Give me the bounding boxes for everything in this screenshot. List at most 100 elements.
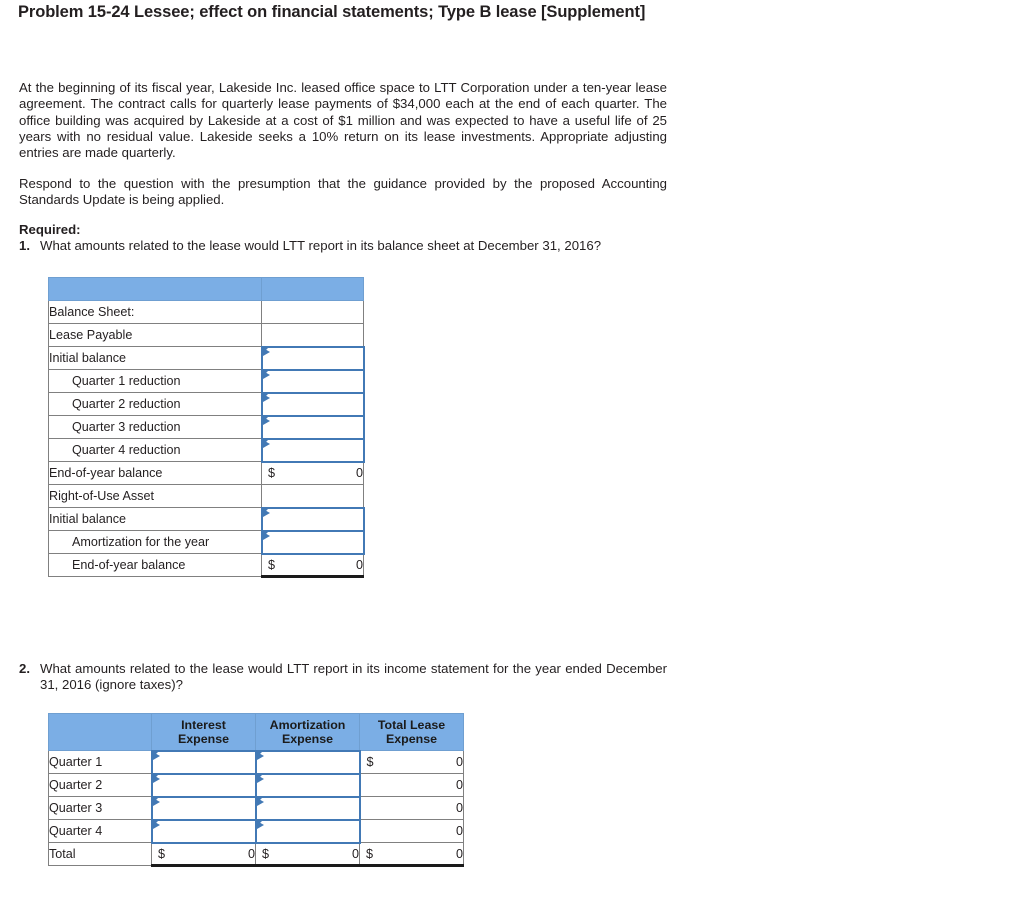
row-value-input[interactable] [260, 529, 365, 555]
column-header-line1: Amortization [269, 717, 346, 732]
row-value: $0 [261, 461, 364, 485]
income-statement-table: Interest Expense Amortization Expense Total … [48, 713, 464, 867]
cell-value: 0 [247, 846, 255, 861]
column-header: Total Lease Expense [359, 713, 464, 751]
guidance-paragraph: Respond to the question with the presump… [19, 176, 667, 208]
balance-sheet-header-value-cell [261, 277, 364, 301]
table-row: Initial balance [48, 345, 365, 371]
row-value-col2: $0 [255, 842, 360, 867]
currency-symbol: $ [268, 466, 276, 481]
row-value-col3: 0 [359, 773, 464, 797]
row-value: $0 [261, 553, 364, 578]
row-label: Total [48, 842, 152, 866]
required-heading: Required: [19, 222, 81, 237]
table-row: Amortization for the year [48, 529, 365, 555]
row-label: Initial balance [48, 346, 262, 370]
row-label: End-of-year balance [48, 553, 262, 577]
row-label: Quarter 1 reduction [48, 369, 262, 393]
table-row: Right-of-Use Asset [48, 484, 364, 508]
row-label: Quarter 4 [48, 819, 152, 843]
row-label: Initial balance [48, 507, 262, 531]
table-row: Quarter 4 0 [48, 818, 464, 844]
table-row: Lease Payable [48, 323, 364, 347]
scenario-paragraph: At the beginning of its fiscal year, Lak… [19, 80, 667, 161]
table-row: Quarter 4 reduction [48, 437, 365, 463]
question-1-number: 1. [19, 238, 30, 253]
row-label: Right-of-Use Asset [48, 484, 262, 508]
row-value-input[interactable] [260, 414, 365, 440]
row-value-input[interactable] [260, 368, 365, 394]
question-1-text: What amounts related to the lease would … [40, 238, 602, 253]
row-value-col1-input[interactable] [150, 818, 257, 844]
table-row: Quarter 2 reduction [48, 391, 365, 417]
balance-sheet-body: Balance Sheet: Lease Payable Initial balan… [48, 277, 365, 578]
income-statement-header-row: Interest Expense Amortization Expense Total … [48, 713, 464, 751]
row-value-col3: $0 [359, 842, 464, 867]
row-value [261, 300, 364, 324]
cell-value: 0 [355, 466, 363, 481]
cell-value: 0 [455, 846, 463, 861]
currency-symbol: $ [262, 846, 270, 861]
table-row: Quarter 3 0 [48, 795, 464, 821]
table-row: Quarter 2 0 [48, 772, 464, 798]
column-header-line2: Expense [282, 731, 333, 746]
column-header: Interest Expense [151, 713, 256, 751]
row-value-col2-input[interactable] [254, 795, 361, 821]
row-label: Quarter 3 reduction [48, 415, 262, 439]
question-2: 2. What amounts related to the lease wou… [19, 661, 667, 694]
column-header-line2: Expense [178, 731, 229, 746]
row-value-col1-input[interactable] [150, 749, 257, 775]
row-value-col3: 0 [359, 796, 464, 820]
cell-value: 0 [455, 778, 463, 792]
row-value-col1-input[interactable] [150, 772, 257, 798]
cell-value: 0 [455, 755, 463, 769]
balance-sheet-table: Balance Sheet: Lease Payable Initial balan… [48, 277, 365, 578]
table-row: Initial balance [48, 506, 365, 532]
table-row: Quarter 1 reduction [48, 368, 365, 394]
balance-sheet-header-row [48, 277, 364, 301]
row-label: Quarter 3 [48, 796, 152, 820]
row-label: Quarter 1 [48, 750, 152, 774]
row-label: Quarter 2 reduction [48, 392, 262, 416]
question-1: 1. What amounts related to the lease wou… [19, 238, 667, 254]
question-2-text: What amounts related to the lease would … [40, 661, 667, 693]
row-value-col2-input[interactable] [254, 749, 361, 775]
column-header-line1: Total Lease [377, 718, 446, 732]
page-title: Problem 15-24 Lessee; effect on financia… [18, 3, 646, 21]
table-row: Quarter 3 reduction [48, 414, 365, 440]
table-row: End-of-year balance $0 [48, 553, 364, 578]
currency-symbol: $ [268, 557, 276, 572]
table-row: Balance Sheet: [48, 300, 364, 324]
row-value-col1: $0 [151, 842, 256, 867]
row-value-input[interactable] [260, 437, 365, 463]
column-header: Amortization Expense [255, 713, 360, 751]
income-statement-body: Interest Expense Amortization Expense Total … [48, 713, 464, 867]
row-value-input[interactable] [260, 506, 365, 532]
column-header-line2: Expense [386, 732, 437, 746]
balance-sheet-header-label-cell [48, 277, 262, 301]
question-2-number: 2. [19, 661, 30, 676]
currency-symbol: $ [158, 846, 166, 861]
row-value [261, 323, 364, 347]
row-label: Lease Payable [48, 323, 262, 347]
table-row: End-of-year balance $0 [48, 461, 364, 485]
row-label: Quarter 2 [48, 773, 152, 797]
row-value-col2-input[interactable] [254, 818, 361, 844]
row-value-col2-input[interactable] [254, 772, 361, 798]
row-value-col1-input[interactable] [150, 795, 257, 821]
row-value-input[interactable] [260, 345, 365, 371]
cell-value: 0 [455, 801, 463, 815]
column-header-line1: Interest [181, 717, 226, 732]
row-value [261, 484, 364, 508]
cell-value: 0 [355, 557, 363, 572]
income-statement-corner-cell [48, 713, 152, 751]
row-value-col3: 0 [359, 819, 464, 843]
row-label: Balance Sheet: [48, 300, 262, 324]
row-value-col3: $0 [359, 750, 464, 774]
row-label: Quarter 4 reduction [48, 438, 262, 462]
row-value-input[interactable] [260, 391, 365, 417]
table-row: Quarter 1 $0 [48, 749, 464, 775]
row-label: End-of-year balance [48, 461, 262, 485]
table-row: Total $0 $0 $0 [48, 842, 464, 867]
cell-value: 0 [455, 824, 463, 838]
